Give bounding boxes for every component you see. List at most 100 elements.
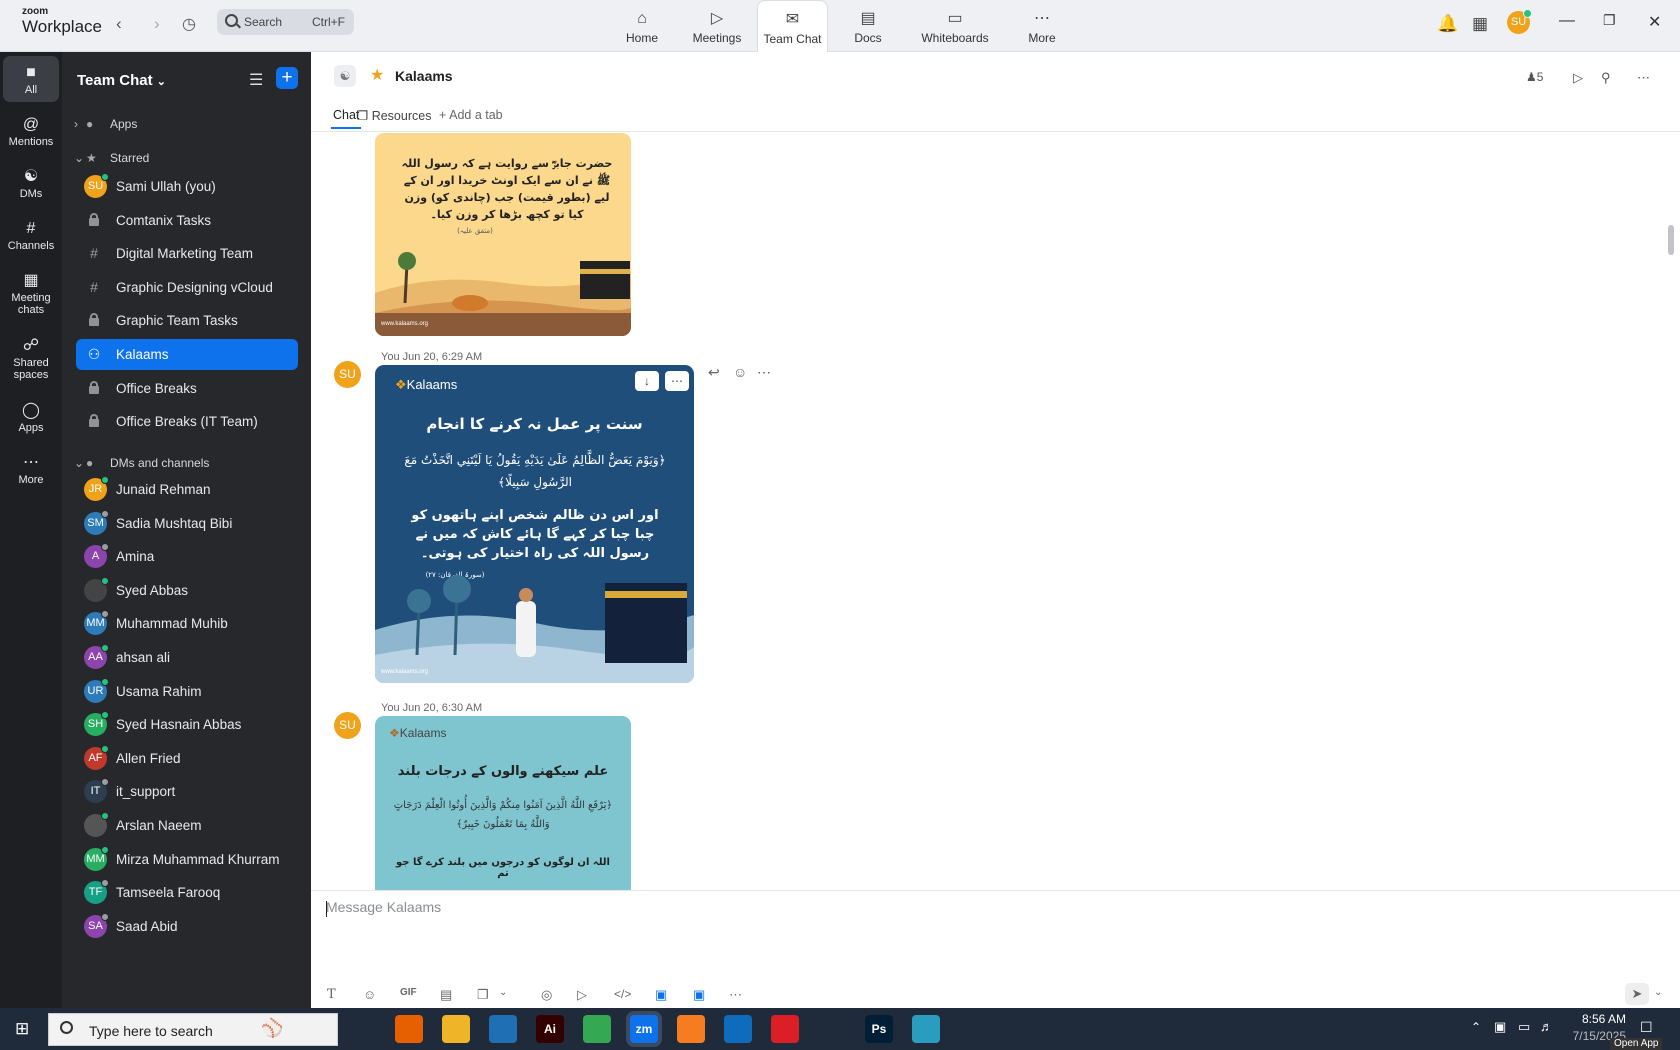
- sidebar-item-graphic-team-tasks[interactable]: Graphic Team Tasks: [76, 305, 298, 336]
- dm-item-it-support[interactable]: IT it_support: [76, 776, 298, 807]
- section-starred[interactable]: ⌄ ★ Starred: [74, 151, 149, 165]
- video-clip-icon[interactable]: ▷: [577, 987, 587, 1003]
- image-card[interactable]: ❖Kalaams ↓ ⋯ سنت پر عمل نہ کرنے کا انجام…: [375, 365, 694, 683]
- members-button[interactable]: ♟5: [1526, 70, 1543, 84]
- app-icon[interactable]: [912, 1015, 940, 1043]
- search-icon[interactable]: ⚲: [1601, 70, 1611, 86]
- dm-item-syed-hasnain-abbas[interactable]: SH Syed Hasnain Abbas: [76, 709, 298, 740]
- tab-whiteboards[interactable]: ▭ Whiteboards: [914, 0, 996, 52]
- chevron-down-icon[interactable]: ⌄: [499, 987, 507, 998]
- task-view-icon[interactable]: [348, 1015, 376, 1043]
- chevron-up-icon[interactable]: ⌃: [1471, 1020, 1481, 1034]
- rail-apps[interactable]: ◯ Apps: [3, 400, 59, 434]
- section-apps[interactable]: › ● Apps: [74, 117, 137, 131]
- zoom-icon[interactable]: zm: [630, 1015, 658, 1043]
- close-icon[interactable]: ✕: [1648, 12, 1661, 32]
- speaker-icon[interactable]: ♬: [1540, 1019, 1553, 1034]
- channel-name[interactable]: Kalaams: [395, 68, 453, 84]
- calendar-icon[interactable]: ▦: [1472, 14, 1488, 34]
- outlook-icon[interactable]: [724, 1015, 752, 1043]
- sidebar-item-comtanix-tasks[interactable]: Comtanix Tasks: [76, 205, 298, 236]
- new-chat-button[interactable]: +: [276, 67, 298, 89]
- dm-item-saad-abid[interactable]: SA Saad Abid: [76, 911, 298, 942]
- more-icon[interactable]: ⋯: [729, 987, 742, 1003]
- app-icon[interactable]: ▣: [655, 987, 667, 1003]
- dm-item-ahsan-ali[interactable]: AA ahsan ali: [76, 642, 298, 673]
- reply-icon[interactable]: ↩: [708, 364, 720, 381]
- emoji-reaction-icon[interactable]: ☺: [733, 364, 747, 380]
- sender-avatar[interactable]: SU: [334, 361, 361, 388]
- rail-dms[interactable]: ☯ DMs: [3, 166, 59, 200]
- screenshot-icon[interactable]: ❐: [477, 987, 489, 1003]
- rail-channels[interactable]: # Channels: [3, 218, 59, 252]
- sidebar-item-sami-ullah-you[interactable]: SU Sami Ullah (you): [76, 171, 298, 202]
- more-options-icon[interactable]: ⋯: [757, 364, 771, 381]
- minimize-icon[interactable]: —: [1559, 12, 1575, 30]
- dm-item-mirza-muhammad-khurram[interactable]: MM Mirza Muhammad Khurram: [76, 844, 298, 875]
- filter-icon[interactable]: ☰: [249, 70, 263, 90]
- sender-avatar[interactable]: SU: [334, 712, 361, 739]
- dm-item-arslan-naeem[interactable]: Arslan Naeem: [76, 810, 298, 841]
- dm-item-muhammad-muhib[interactable]: MM Muhammad Muhib: [76, 608, 298, 639]
- add-tab-button[interactable]: + Add a tab: [439, 108, 503, 122]
- mic-icon[interactable]: ◎: [541, 987, 552, 1003]
- chevron-down-icon[interactable]: ⌄: [1654, 987, 1662, 998]
- sidebar-item-kalaams[interactable]: ⚇ Kalaams: [76, 339, 298, 370]
- forward-arrow-icon[interactable]: ›: [154, 14, 160, 34]
- bell-icon[interactable]: 🔔: [1437, 14, 1458, 34]
- code-icon[interactable]: </>: [614, 987, 631, 1001]
- send-icon[interactable]: ➤: [1625, 983, 1649, 1005]
- tab-resources[interactable]: ❐ Resources: [357, 108, 431, 123]
- dm-item-tamseela-farooq[interactable]: TF Tamseela Farooq: [76, 877, 298, 908]
- sidebar-item-digital-marketing-team[interactable]: # Digital Marketing Team: [76, 238, 298, 269]
- chrome-icon[interactable]: [583, 1015, 611, 1043]
- windows-start-icon[interactable]: ⊞: [15, 1019, 29, 1039]
- photoshop-icon[interactable]: Ps: [865, 1015, 893, 1043]
- tab-chat[interactable]: Chat: [330, 108, 362, 129]
- star-icon[interactable]: ★: [370, 65, 384, 85]
- gif-button[interactable]: GIF: [400, 987, 417, 998]
- xampp-icon[interactable]: [677, 1015, 705, 1043]
- rail-mentions[interactable]: @ Mentions: [3, 114, 59, 148]
- back-arrow-icon[interactable]: ‹: [116, 14, 122, 34]
- illustrator-icon[interactable]: Ai: [536, 1015, 564, 1043]
- rail-all[interactable]: ■ All: [3, 56, 59, 102]
- emoji-icon[interactable]: ☺: [363, 987, 376, 1002]
- sidebar-item-office-breaks-it-team[interactable]: Office Breaks (IT Team): [76, 406, 298, 437]
- section-dms-channels[interactable]: ⌄ ● DMs and channels: [74, 456, 209, 470]
- tab-home[interactable]: ⌂ Home: [616, 0, 668, 52]
- file-icon[interactable]: ▤: [440, 987, 452, 1003]
- folder-icon[interactable]: [442, 1015, 470, 1043]
- taskbar-search[interactable]: Type here to search ⚾: [48, 1013, 338, 1046]
- tab-meetings[interactable]: ▷ Meetings: [686, 0, 748, 52]
- tab-team-chat[interactable]: ✉ Team Chat: [757, 0, 828, 52]
- restore-icon[interactable]: ❐: [1603, 12, 1616, 29]
- firefox-icon[interactable]: [395, 1015, 423, 1043]
- notification-icon[interactable]: ☐: [1640, 1019, 1653, 1036]
- profile-avatar[interactable]: SU: [1507, 9, 1532, 34]
- pen-tool-icon[interactable]: [818, 1015, 846, 1043]
- dm-item-usama-rahim[interactable]: UR Usama Rahim: [76, 676, 298, 707]
- dm-item-amina[interactable]: A Amina: [76, 541, 298, 572]
- sidebar-item-graphic-designing-vcloud[interactable]: # Graphic Designing vCloud: [76, 272, 298, 303]
- whiteboard-icon[interactable]: ▣: [693, 987, 705, 1003]
- sidebar-title[interactable]: Team Chat ⌄: [77, 72, 166, 89]
- vscode-icon[interactable]: [489, 1015, 517, 1043]
- rail-shared-spaces[interactable]: ☍ Shared spaces: [3, 335, 59, 381]
- scrollbar[interactable]: [1668, 225, 1674, 255]
- message-list[interactable]: حضرت جابرؓ سے روایت ہے کہ رسول اللہ ﷺ نے…: [311, 133, 1680, 924]
- text-format-icon[interactable]: T: [327, 987, 336, 1002]
- more-icon[interactable]: ⋯: [1637, 70, 1650, 86]
- sidebar-item-office-breaks[interactable]: Office Breaks: [76, 373, 298, 404]
- creative-cloud-icon[interactable]: [771, 1015, 799, 1043]
- tab-more[interactable]: ⋯ More: [1020, 0, 1064, 52]
- dm-item-allen-fried[interactable]: AF Allen Fried: [76, 743, 298, 774]
- image-card[interactable]: حضرت جابرؓ سے روایت ہے کہ رسول اللہ ﷺ نے…: [375, 133, 631, 336]
- rail-meeting-chats[interactable]: ▦ Meeting chats: [3, 270, 59, 316]
- display-icon[interactable]: ▭: [1518, 1019, 1530, 1035]
- tab-docs[interactable]: ▤ Docs: [843, 0, 893, 52]
- dm-item-syed-abbas[interactable]: Syed Abbas: [76, 575, 298, 606]
- dm-item-junaid-rehman[interactable]: JR Junaid Rehman: [76, 474, 298, 505]
- network-icon[interactable]: ▣: [1494, 1019, 1506, 1035]
- video-icon[interactable]: ▷: [1573, 70, 1583, 86]
